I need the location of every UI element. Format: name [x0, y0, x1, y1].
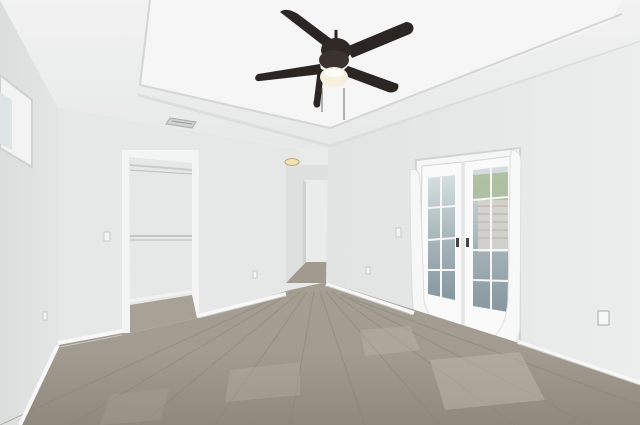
light-switch-icon: [395, 227, 402, 238]
outlet-icon: [42, 311, 48, 321]
outlet-icon: [365, 266, 371, 275]
light-fixture-icon: [284, 158, 300, 166]
room-illustration: [0, 0, 640, 425]
outlet-icon: [252, 270, 258, 279]
door-handle-icon: [456, 238, 459, 247]
room-photo: [0, 0, 640, 425]
door-handle-icon: [466, 238, 469, 247]
outlet-icon: [597, 310, 610, 326]
light-switch-icon: [103, 231, 111, 242]
hallway-opening: [284, 158, 328, 283]
closet-doorway: [122, 150, 199, 333]
